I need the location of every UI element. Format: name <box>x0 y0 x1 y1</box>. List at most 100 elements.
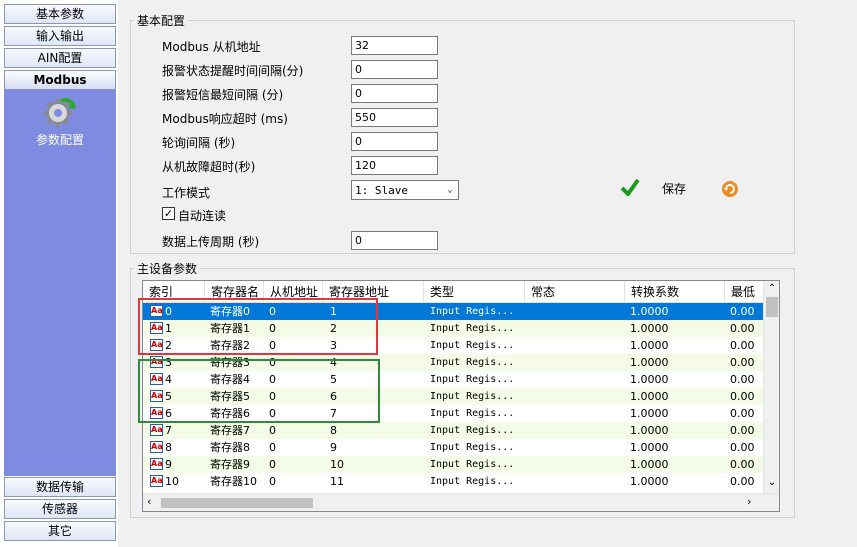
cell-min: 0.00 <box>730 339 755 352</box>
cell-type: Input Regis... <box>430 459 515 470</box>
cell-min: 0.00 <box>730 373 755 386</box>
cell-coef: 1.0000 <box>630 339 669 352</box>
nav-other[interactable]: 其它 <box>4 521 116 541</box>
cell-min: 0.00 <box>730 322 755 335</box>
table-row[interactable]: Aa 9 寄存器9 0 10 Input Regis... 1.0000 0.00 <box>143 456 763 473</box>
cell-coef: 1.0000 <box>630 475 669 488</box>
text-field-icon: Aa <box>150 458 163 470</box>
work-mode-label: 工作模式 <box>162 186 211 200</box>
nav-sensor[interactable]: 传感器 <box>4 499 116 519</box>
cell-idx: 7 <box>165 424 172 437</box>
scroll-left-arrow-icon[interactable]: ‹ <box>147 495 151 508</box>
cell-coef: 1.0000 <box>630 458 669 471</box>
poll-interval-input[interactable]: 0 <box>351 132 438 151</box>
auto-read-label: 自动连读 <box>178 209 227 223</box>
nav-io[interactable]: 输入输出 <box>4 26 116 46</box>
cell-name: 寄存器7 <box>210 424 250 437</box>
cell-coef: 1.0000 <box>630 356 669 369</box>
save-button[interactable]: 保存 <box>662 180 686 197</box>
cell-type: Input Regis... <box>430 323 515 334</box>
cell-min: 0.00 <box>730 305 755 318</box>
col-type[interactable]: 类型 <box>424 281 525 303</box>
sms-min-interval-label: 报警短信最短间隔 (分) <box>162 88 284 102</box>
cell-coef: 1.0000 <box>630 373 669 386</box>
basic-config-title: 基本配置 <box>134 12 189 29</box>
alarm-remind-interval-label: 报警状态提醒时间间隔(分) <box>162 64 304 78</box>
annotation-red-box <box>138 298 378 355</box>
cell-slave: 0 <box>269 475 276 488</box>
cell-type: Input Regis... <box>430 442 515 453</box>
table-row[interactable]: Aa 7 寄存器7 0 8 Input Regis... 1.0000 0.00 <box>143 422 763 439</box>
work-mode-value: 1: Slave <box>355 184 408 197</box>
checkmark-icon[interactable] <box>620 178 640 196</box>
upload-period-input[interactable]: 0 <box>351 231 438 250</box>
horizontal-scrollbar[interactable]: ‹ › <box>143 493 779 511</box>
table-row[interactable]: Aa 8 寄存器8 0 9 Input Regis... 1.0000 0.00 <box>143 439 763 456</box>
cell-coef: 1.0000 <box>630 441 669 454</box>
cell-idx: 8 <box>165 441 172 454</box>
cell-addr: 10 <box>330 458 344 471</box>
cell-type: Input Regis... <box>430 476 515 487</box>
cell-addr: 8 <box>330 424 337 437</box>
checkmark-icon: ✓ <box>163 207 174 220</box>
nav-ain-config[interactable]: AIN配置 <box>4 48 116 68</box>
cell-type: Input Regis... <box>430 408 515 419</box>
cell-min: 0.00 <box>730 356 755 369</box>
cell-type: Input Regis... <box>430 391 515 402</box>
nav-modbus-panel: 参数配置 <box>4 90 116 476</box>
cell-idx: 9 <box>165 458 172 471</box>
cell-type: Input Regis... <box>430 425 515 436</box>
text-field-icon: Aa <box>150 475 163 487</box>
cell-coef: 1.0000 <box>630 322 669 335</box>
vertical-scrollbar[interactable]: ⌃ ⌄ <box>763 281 779 493</box>
alarm-remind-interval-input[interactable]: 0 <box>351 60 438 79</box>
poll-interval-label: 轮询间隔 (秒) <box>162 136 236 150</box>
cell-min: 0.00 <box>730 441 755 454</box>
auto-read-checkbox[interactable]: ✓ <box>162 207 175 220</box>
col-coefficient[interactable]: 转换系数 <box>625 281 725 303</box>
sms-min-interval-input[interactable]: 0 <box>351 84 438 103</box>
nav-param-config-label: 参数配置 <box>35 133 84 147</box>
scroll-right-arrow-icon[interactable]: › <box>747 495 751 508</box>
cell-idx: 10 <box>165 475 179 488</box>
modbus-timeout-input[interactable]: 550 <box>351 108 438 127</box>
main-params-title: 主设备参数 <box>134 260 201 277</box>
nav-basic-params[interactable]: 基本参数 <box>4 4 116 24</box>
chevron-down-icon: ⌄ <box>447 185 453 195</box>
cell-addr: 11 <box>330 475 344 488</box>
scroll-thumb-horizontal[interactable] <box>161 498 313 508</box>
table-row[interactable]: Aa 10 寄存器10 0 11 Input Regis... 1.0000 0.00 <box>143 473 763 490</box>
cell-min: 0.00 <box>730 390 755 403</box>
work-mode-select[interactable]: 1: Slave ⌄ <box>351 180 459 200</box>
cell-slave: 0 <box>269 458 276 471</box>
nav-data-transfer[interactable]: 数据传输 <box>4 477 116 497</box>
slave-fault-timeout-label: 从机故障超时(秒) <box>162 160 256 174</box>
cell-coef: 1.0000 <box>630 407 669 420</box>
cell-addr: 9 <box>330 441 337 454</box>
col-min[interactable]: 最低 <box>725 281 765 303</box>
text-field-icon: Aa <box>150 441 163 453</box>
cell-name: 寄存器9 <box>210 458 250 471</box>
text-field-icon: Aa <box>150 424 163 436</box>
scroll-down-arrow-icon[interactable]: ⌄ <box>764 477 779 488</box>
cell-slave: 0 <box>269 441 276 454</box>
scroll-thumb[interactable] <box>766 297 778 317</box>
slave-fault-timeout-input[interactable]: 120 <box>351 156 438 175</box>
nav-modbus[interactable]: Modbus <box>4 70 116 90</box>
cell-slave: 0 <box>269 424 276 437</box>
modbus-slave-addr-label: Modbus 从机地址 <box>162 40 261 54</box>
nav-param-config[interactable]: 参数配置 <box>4 94 116 147</box>
refresh-icon[interactable] <box>721 180 739 198</box>
cell-min: 0.00 <box>730 475 755 488</box>
modbus-slave-addr-input[interactable]: 32 <box>351 36 438 55</box>
col-normal-state[interactable]: 常态 <box>525 281 625 303</box>
cell-type: Input Regis... <box>430 340 515 351</box>
scroll-up-arrow-icon[interactable]: ⌃ <box>764 283 779 294</box>
cell-name: 寄存器8 <box>210 441 250 454</box>
cell-type: Input Regis... <box>430 306 515 317</box>
cell-type: Input Regis... <box>430 357 515 368</box>
modbus-timeout-label: Modbus响应超时 (ms) <box>162 112 288 126</box>
sidebar: 基本参数 输入输出 AIN配置 Modbus 参数配置 数据传输 传感器 其它 <box>0 0 118 547</box>
cell-min: 0.00 <box>730 407 755 420</box>
cell-coef: 1.0000 <box>630 390 669 403</box>
